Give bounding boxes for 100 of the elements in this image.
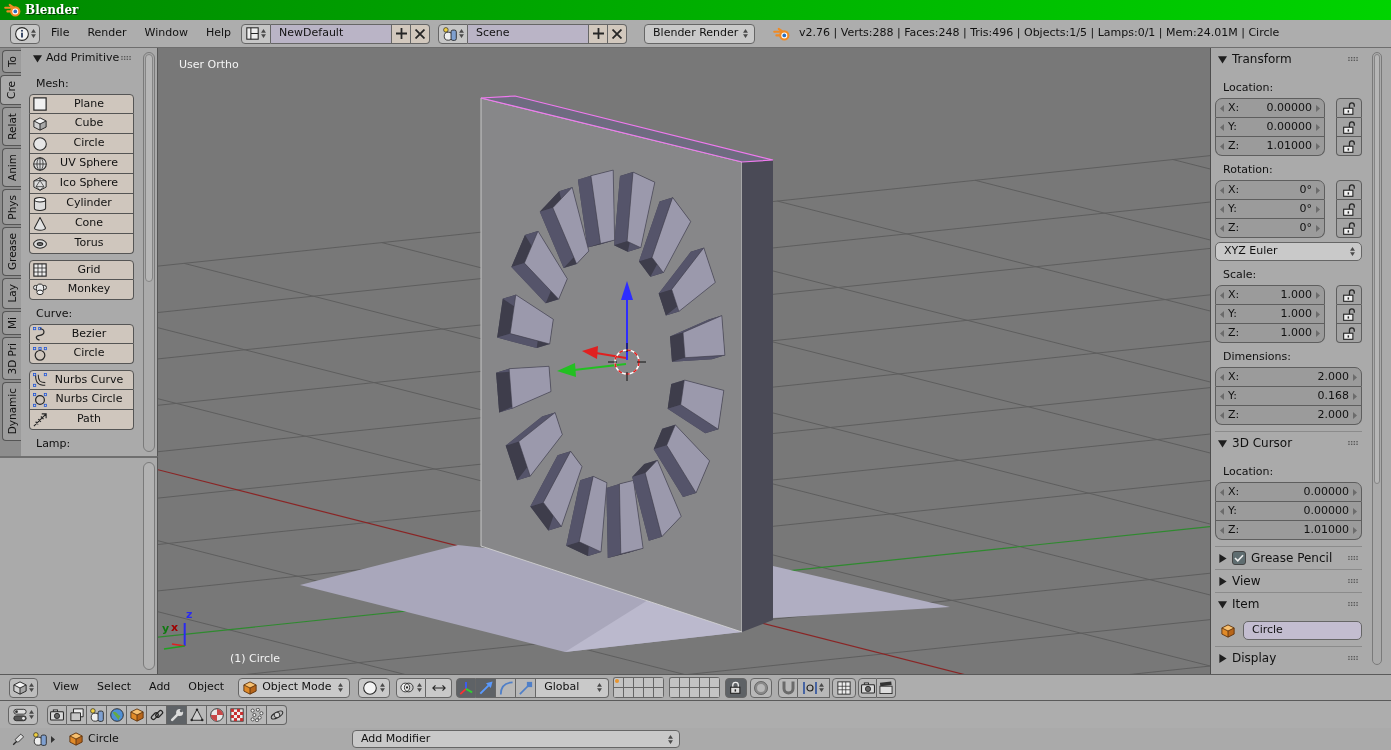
- right-arrow-icon[interactable]: [1316, 310, 1320, 318]
- left-arrow-icon[interactable]: [1220, 224, 1224, 232]
- editor-type-button[interactable]: [9, 677, 38, 698]
- lock-toggle[interactable]: [1336, 137, 1362, 156]
- right-arrow-icon[interactable]: [1316, 205, 1320, 213]
- manipulator-button[interactable]: [516, 677, 537, 698]
- add-primitive-button[interactable]: Nurbs Circle: [29, 390, 134, 410]
- layer-lock-toggle[interactable]: [725, 677, 748, 698]
- add-primitive-button[interactable]: Circle: [29, 344, 134, 364]
- left-arrow-icon[interactable]: [1220, 373, 1224, 381]
- add-primitive-button[interactable]: Monkey: [29, 280, 134, 300]
- tool-tab[interactable]: 3D Pri: [2, 336, 21, 381]
- number-field[interactable]: Y: 0°: [1215, 200, 1325, 219]
- tool-tab[interactable]: Cre: [0, 75, 21, 105]
- number-field[interactable]: Z: 1.000: [1215, 324, 1325, 343]
- object-name-field[interactable]: Circle: [1243, 621, 1362, 640]
- layer-toggle[interactable]: [680, 688, 691, 698]
- layer-toggle[interactable]: [644, 688, 655, 698]
- drag-grip-icon[interactable]: [1348, 556, 1358, 560]
- snap-target-button[interactable]: [832, 677, 857, 698]
- left-arrow-icon[interactable]: [1220, 186, 1224, 194]
- render-engine-dropdown[interactable]: Blender Render: [644, 23, 756, 44]
- proportional-editing-toggle[interactable]: [750, 677, 773, 698]
- down-triangle-icon[interactable]: [1218, 54, 1227, 64]
- right-triangle-icon[interactable]: [1218, 576, 1227, 586]
- right-arrow-icon[interactable]: [1353, 488, 1357, 496]
- left-arrow-icon[interactable]: [1220, 488, 1224, 496]
- panel-title[interactable]: Grease Pencil: [1251, 549, 1333, 567]
- layer-toggle[interactable]: [614, 688, 625, 698]
- right-arrow-icon[interactable]: [1316, 123, 1320, 131]
- context-tab[interactable]: [67, 704, 87, 725]
- context-tab[interactable]: [147, 704, 167, 725]
- pivot-dropdown[interactable]: [396, 677, 427, 698]
- layer-toggle[interactable]: [710, 688, 721, 698]
- manipulator-button[interactable]: [456, 677, 477, 698]
- menu-item[interactable]: Window: [135, 23, 197, 44]
- snap-element-dropdown[interactable]: [798, 677, 831, 698]
- layer-toggle[interactable]: [690, 688, 701, 698]
- drag-grip-icon[interactable]: [1348, 602, 1358, 606]
- add-primitive-button[interactable]: Circle: [29, 134, 134, 154]
- render-animation-button[interactable]: [877, 677, 897, 698]
- right-triangle-icon[interactable]: [1218, 553, 1227, 563]
- add-primitive-button[interactable]: Torus: [29, 234, 134, 254]
- left-arrow-icon[interactable]: [1220, 123, 1224, 131]
- panel-title[interactable]: Display: [1232, 649, 1277, 667]
- lock-toggle[interactable]: [1336, 200, 1362, 219]
- number-field[interactable]: X: 0°: [1215, 180, 1325, 200]
- context-tab[interactable]: [187, 704, 207, 725]
- lock-toggle[interactable]: [1336, 118, 1362, 137]
- right-arrow-icon[interactable]: [1316, 291, 1320, 299]
- number-field[interactable]: X: 1.000: [1215, 285, 1325, 305]
- left-arrow-icon[interactable]: [1220, 507, 1224, 515]
- drag-grip-icon[interactable]: [1348, 441, 1358, 445]
- context-tab[interactable]: [47, 704, 67, 725]
- right-triangle-icon[interactable]: [1218, 653, 1227, 663]
- tool-tab[interactable]: Lay: [2, 278, 21, 309]
- number-field[interactable]: Z: 0°: [1215, 219, 1325, 238]
- panel-title[interactable]: Item: [1232, 595, 1260, 613]
- right-arrow-icon[interactable]: [1316, 104, 1320, 112]
- panel-title[interactable]: View: [1232, 572, 1261, 590]
- menu-item[interactable]: Add: [140, 677, 180, 698]
- pin-icon[interactable]: [12, 732, 25, 746]
- lock-toggle[interactable]: [1336, 285, 1362, 305]
- panel-title[interactable]: Transform: [1232, 50, 1292, 68]
- add-button[interactable]: [588, 23, 609, 44]
- scene-button[interactable]: [438, 23, 469, 44]
- right-arrow-icon[interactable]: [1316, 224, 1320, 232]
- context-tab[interactable]: [227, 704, 247, 725]
- number-field[interactable]: Y: 1.000: [1215, 305, 1325, 324]
- left-arrow-icon[interactable]: [1220, 392, 1224, 400]
- down-triangle-icon[interactable]: [1218, 438, 1227, 448]
- layer-toggle[interactable]: [654, 688, 665, 698]
- menu-item[interactable]: View: [44, 677, 89, 698]
- drag-grip-icon[interactable]: [121, 56, 132, 60]
- add-primitive-button[interactable]: Cylinder: [29, 194, 134, 214]
- add-primitive-button[interactable]: UV Sphere: [29, 154, 134, 174]
- add-modifier-dropdown[interactable]: Add Modifier: [352, 730, 680, 748]
- left-arrow-icon[interactable]: [1220, 205, 1224, 213]
- number-field[interactable]: X: 0.00000: [1215, 482, 1362, 502]
- layer-toggle[interactable]: [710, 678, 721, 688]
- down-triangle-icon[interactable]: [1218, 599, 1227, 609]
- scrollbar-thumb[interactable]: [145, 54, 153, 282]
- layer-toggle[interactable]: [680, 678, 691, 688]
- tool-tab[interactable]: Grease: [2, 227, 21, 277]
- right-arrow-icon[interactable]: [1353, 392, 1357, 400]
- left-arrow-icon[interactable]: [1220, 411, 1224, 419]
- tool-tab[interactable]: Mi: [2, 310, 21, 335]
- add-primitive-button[interactable]: Cone: [29, 214, 134, 234]
- layer-toggle[interactable]: [670, 678, 681, 688]
- lock-toggle[interactable]: [1336, 98, 1362, 118]
- tool-tab[interactable]: To: [2, 50, 21, 74]
- scrollbar-thumb[interactable]: [1374, 54, 1380, 484]
- mode-dropdown[interactable]: Object Mode: [238, 677, 351, 698]
- editor-type-button[interactable]: [10, 23, 40, 44]
- number-field[interactable]: Y: 0.168: [1215, 387, 1362, 406]
- right-arrow-icon[interactable]: [1316, 186, 1320, 194]
- scene-field[interactable]: Scene: [468, 23, 589, 44]
- left-arrow-icon[interactable]: [1220, 142, 1224, 150]
- tool-tab[interactable]: Anim: [2, 147, 21, 187]
- panel-title[interactable]: 3D Cursor: [1232, 434, 1293, 452]
